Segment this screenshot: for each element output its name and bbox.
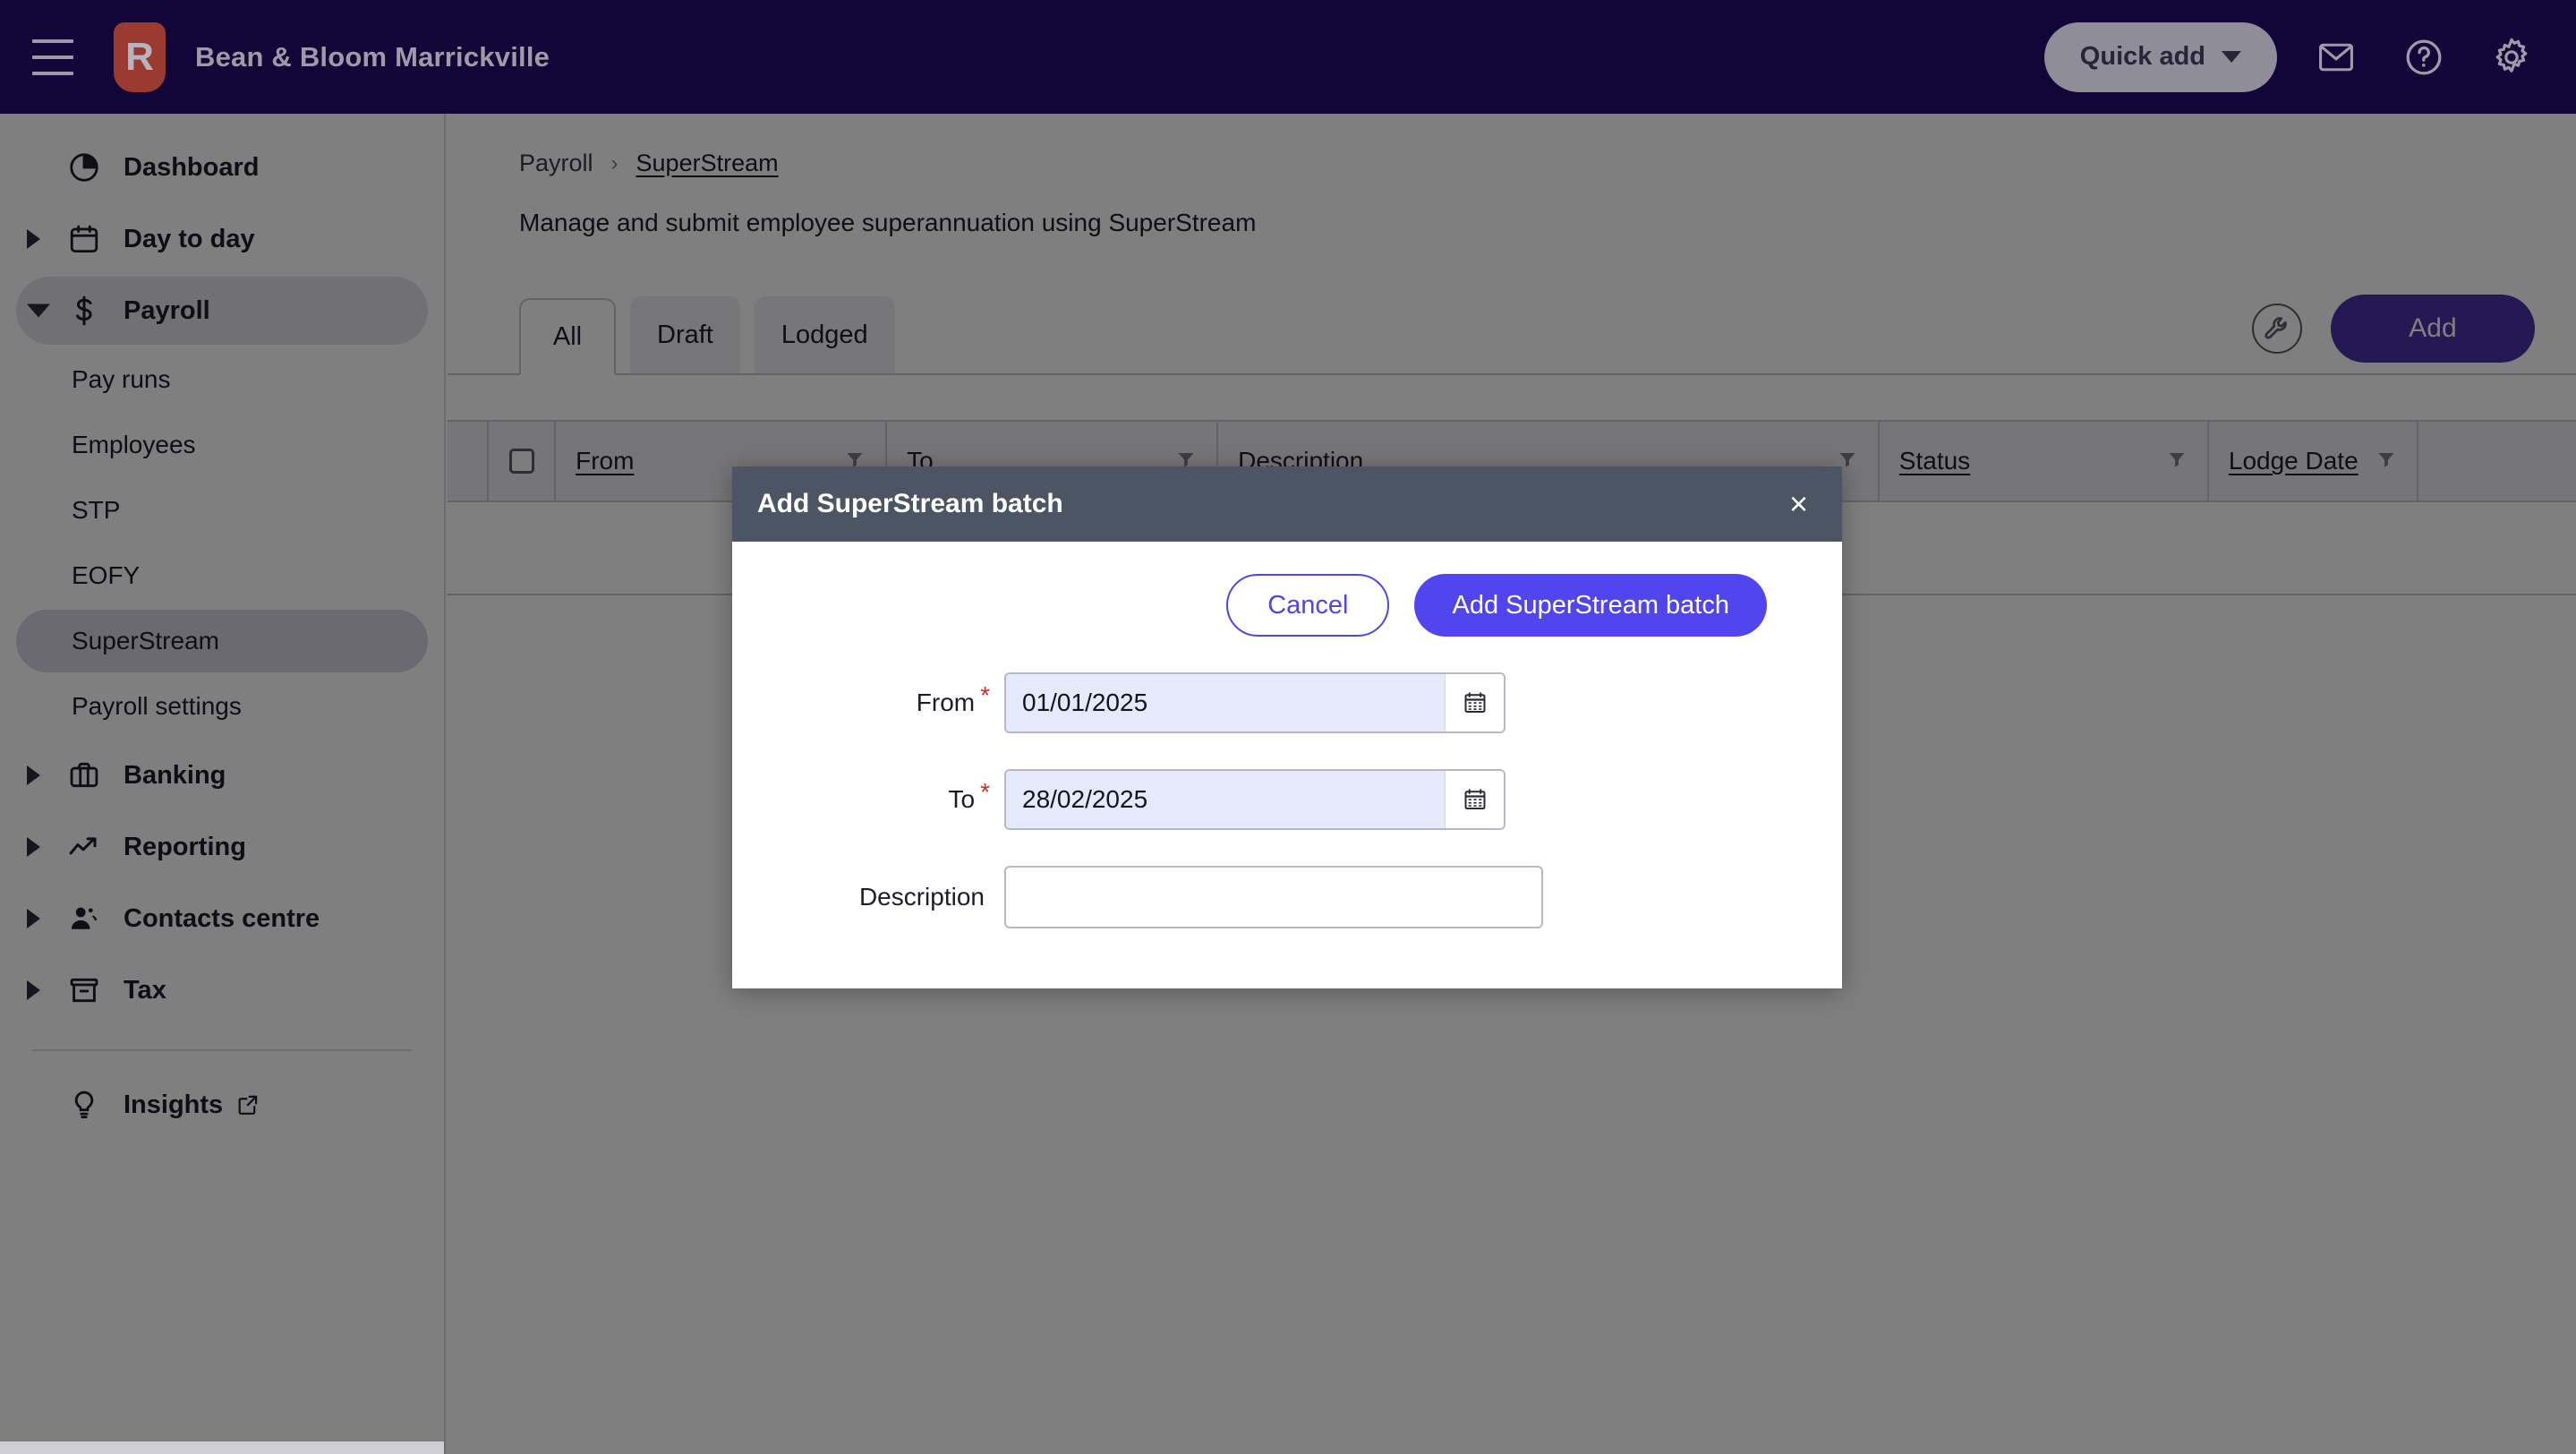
mail-icon[interactable] bbox=[2307, 29, 2365, 86]
calendar-picker-icon[interactable] bbox=[1445, 674, 1504, 731]
logo-letter: R bbox=[125, 34, 154, 79]
from-date-input[interactable] bbox=[1006, 674, 1445, 731]
top-bar-actions: Quick add bbox=[2043, 21, 2576, 92]
company-name: Bean & Bloom Marrickville bbox=[195, 40, 550, 73]
form-row-to: To * bbox=[772, 769, 1803, 830]
description-label-text: Description bbox=[858, 883, 985, 911]
form-row-from: From * bbox=[772, 672, 1803, 733]
top-bar: R Bean & Bloom Marrickville Quick add bbox=[0, 0, 2576, 114]
required-asterisk: * bbox=[980, 681, 990, 709]
dialog-body: Cancel Add SuperStream batch From * 01/0… bbox=[732, 542, 1842, 928]
to-field-label: To * bbox=[772, 778, 1004, 814]
gear-icon[interactable] bbox=[2483, 29, 2540, 86]
cancel-button[interactable]: Cancel bbox=[1226, 574, 1390, 637]
chevron-down-icon bbox=[2222, 51, 2241, 63]
app-root: R Bean & Bloom Marrickville Quick add Ad… bbox=[0, 0, 2576, 1454]
to-date-input[interactable] bbox=[1006, 771, 1445, 828]
dialog-actions: Cancel Add SuperStream batch bbox=[772, 574, 1803, 637]
dialog-header: Add SuperStream batch × bbox=[732, 466, 1842, 542]
quick-add-label: Quick add bbox=[2079, 42, 2205, 71]
app-logo: R bbox=[114, 21, 166, 92]
to-date-field bbox=[1004, 769, 1506, 830]
required-asterisk: * bbox=[980, 778, 990, 806]
add-superstream-batch-dialog: Add SuperStream batch × Cancel Add Super… bbox=[732, 466, 1842, 988]
close-icon[interactable]: × bbox=[1782, 488, 1815, 520]
description-input[interactable] bbox=[1004, 866, 1543, 928]
to-label-text: To bbox=[948, 785, 976, 813]
hamburger-icon[interactable] bbox=[32, 38, 73, 75]
submit-add-superstream-batch-button[interactable]: Add SuperStream batch bbox=[1414, 574, 1767, 637]
from-label-text: From bbox=[916, 689, 976, 716]
help-circle-icon[interactable] bbox=[2395, 29, 2452, 86]
quick-add-button[interactable]: Quick add bbox=[2043, 21, 2277, 92]
from-date-field bbox=[1004, 672, 1506, 733]
calendar-picker-icon[interactable] bbox=[1445, 771, 1504, 828]
sidebar-horizontal-scrollbar[interactable] bbox=[0, 1441, 444, 1454]
form-row-description: Description bbox=[772, 866, 1803, 928]
dialog-title: Add SuperStream batch bbox=[757, 489, 1063, 518]
description-field-label: Description bbox=[772, 883, 1004, 911]
from-field-label: From * bbox=[772, 681, 1004, 717]
